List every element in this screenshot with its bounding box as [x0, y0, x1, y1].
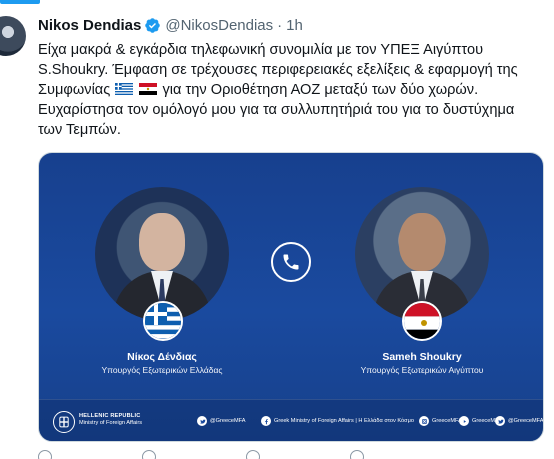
- tweet-text-line: Συμφωνίας για την Οριοθέτηση ΑΟΖ μεταξύ …: [38, 80, 550, 100]
- greece-flag-badge-icon: [143, 301, 183, 341]
- header-separator: ·: [277, 16, 283, 34]
- social-label: @GreeceMFA: [210, 418, 246, 424]
- egypt-flag-icon: [139, 81, 158, 95]
- social-label: @GreeceMFA: [508, 418, 544, 424]
- social-handle: Greek Ministry of Foreign Affairs | Η Ελ…: [261, 416, 414, 426]
- right-person-title: Υπουργός Εξωτερικών Αιγύπτου: [360, 365, 484, 375]
- author-name[interactable]: Nikos Dendias: [38, 17, 141, 34]
- ministry-line-2: Ministry of Foreign Affairs: [79, 420, 143, 426]
- left-person-title: Υπουργός Εξωτερικών Ελλάδας: [101, 365, 223, 375]
- egypt-flag-badge-icon: [402, 301, 442, 341]
- right-person-name: Sameh Shoukry: [382, 351, 462, 363]
- verified-badge-icon: [144, 17, 161, 34]
- youtube-icon: [459, 416, 469, 426]
- tweet-text-line: Ευχαρίστησα τον ομόλογό μου για τα συλλυ…: [38, 102, 515, 118]
- social-handle: @GreeceMFA: [197, 416, 246, 426]
- ministry-emblem-icon: [53, 411, 75, 433]
- like-icon[interactable]: [246, 450, 260, 459]
- right-caption: Sameh Shoukry Υπουργός Εξωτερικών Αιγύπτ…: [322, 350, 522, 376]
- tweet-text-line: S.Shoukry. Έμφαση σε τρέχουσες περιφερει…: [38, 62, 518, 78]
- twitter-icon: [197, 416, 207, 426]
- author-handle[interactable]: @NikosDendias: [165, 17, 273, 34]
- retweet-icon[interactable]: [142, 450, 156, 459]
- tweet-text: Είχα μακρά & εγκάρδια τηλεφωνική συνομιλ…: [38, 40, 550, 140]
- ministry-label: HELLENIC REPUBLIC Ministry of Foreign Af…: [79, 413, 142, 427]
- facebook-icon: [261, 416, 271, 426]
- tweet-text-fragment: για την Οριοθέτηση ΑΟΖ μεταξύ των δύο χω…: [162, 82, 479, 98]
- left-caption: Νίκος Δένδιας Υπουργός Εξωτερικών Ελλάδα…: [62, 350, 262, 376]
- social-label: GreeceMFA: [432, 418, 462, 424]
- instagram-icon: [419, 416, 429, 426]
- reply-icon[interactable]: [38, 450, 52, 459]
- tweet-text-fragment: Συμφωνίας: [38, 82, 111, 98]
- social-handle: GreeceMFA: [419, 416, 462, 426]
- social-label: Greek Ministry of Foreign Affairs | Η Ελ…: [274, 418, 414, 424]
- social-handle: @GreeceMFA: [495, 416, 544, 426]
- author-avatar[interactable]: [0, 16, 26, 56]
- tweet-timestamp[interactable]: 1h: [286, 17, 303, 34]
- tweet-text-line: των Τεμπών.: [38, 122, 121, 138]
- views-icon[interactable]: [350, 450, 364, 459]
- phone-icon: [271, 242, 311, 282]
- image-footer: HELLENIC REPUBLIC Ministry of Foreign Af…: [39, 399, 544, 441]
- left-person-name: Νίκος Δένδιας: [127, 351, 197, 363]
- tweet-text-line: Είχα μακρά & εγκάρδια τηλεφωνική συνομιλ…: [38, 42, 484, 58]
- ministry-line-1: HELLENIC REPUBLIC: [79, 413, 141, 419]
- twitter-icon: [495, 416, 505, 426]
- active-tab-indicator: [0, 0, 40, 4]
- tweet-actions: [38, 450, 544, 459]
- tweet-media-image[interactable]: Νίκος Δένδιας Υπουργός Εξωτερικών Ελλάδα…: [38, 152, 544, 442]
- tweet-header: Nikos Dendias @NikosDendias · 1h: [38, 14, 303, 36]
- greece-flag-icon: [115, 81, 134, 95]
